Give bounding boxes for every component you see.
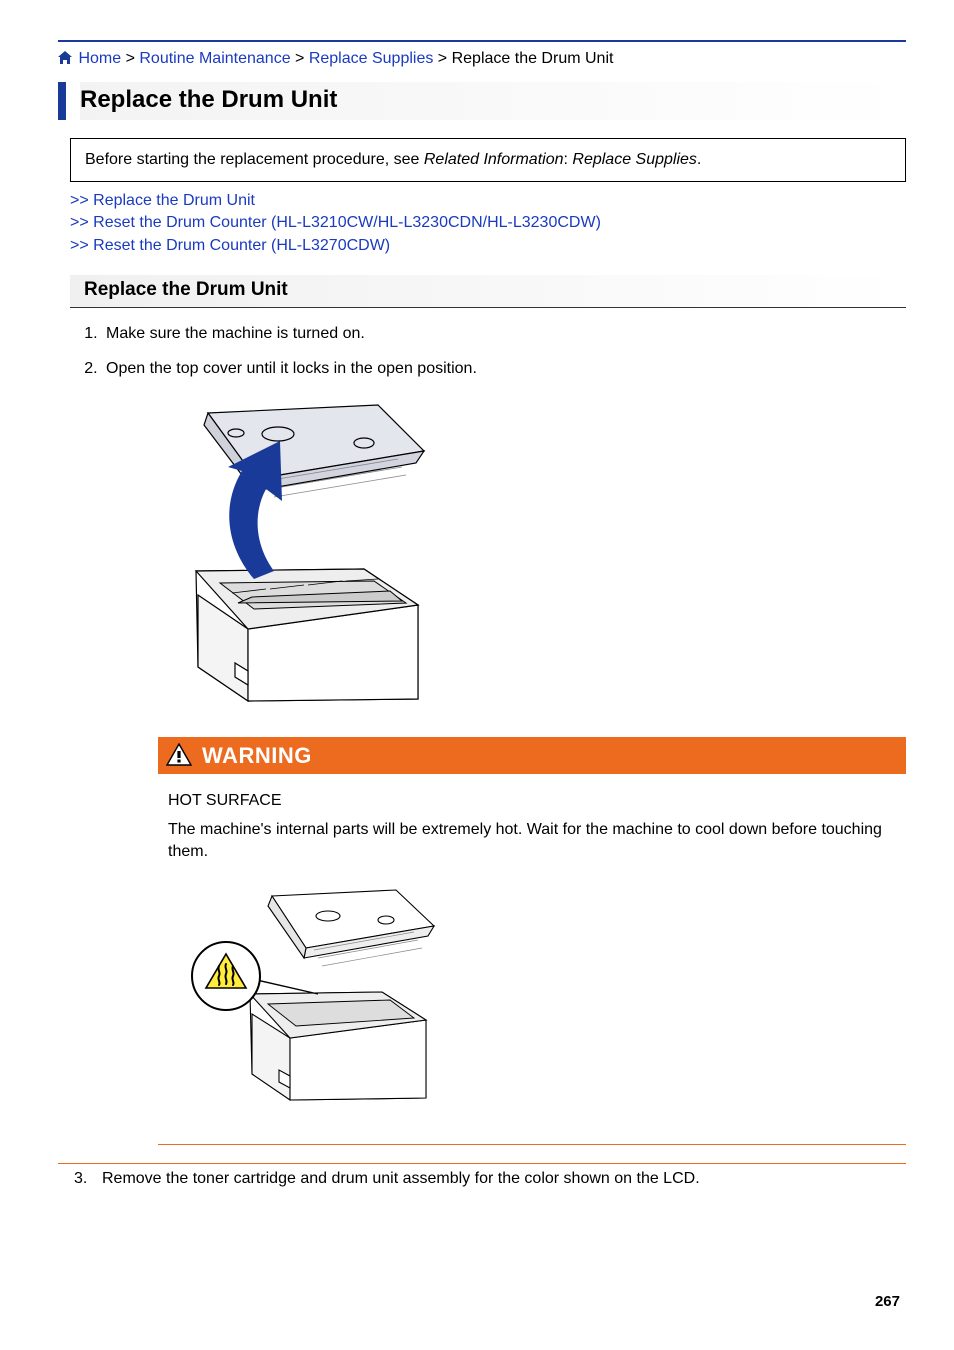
toc-links: >> Replace the Drum Unit >> Reset the Dr… bbox=[70, 190, 906, 257]
toc-link-3-text: Reset the Drum Counter (HL-L3270CDW) bbox=[93, 237, 390, 254]
sub-heading: Replace the Drum Unit bbox=[70, 275, 906, 308]
page-number: 267 bbox=[875, 1293, 900, 1310]
home-icon bbox=[58, 51, 72, 64]
warning-subtitle: HOT SURFACE bbox=[168, 790, 896, 812]
note-post: . bbox=[697, 151, 701, 168]
title-accent bbox=[58, 82, 66, 120]
breadcrumb-home-link[interactable]: Home bbox=[78, 50, 121, 67]
breadcrumb-home-text: Home bbox=[78, 50, 121, 67]
note-ital2: Replace Supplies bbox=[572, 151, 697, 168]
note-pre: Before starting the replacement procedur… bbox=[85, 151, 424, 168]
page-title: Replace the Drum Unit bbox=[80, 86, 906, 114]
section-divider bbox=[58, 1163, 906, 1164]
toc-link-2[interactable]: Reset the Drum Counter (HL-L3210CW/HL-L3… bbox=[93, 214, 601, 231]
figure-hot-surface bbox=[186, 876, 456, 1126]
step-2-text: Open the top cover until it locks in the… bbox=[106, 360, 477, 377]
steps-list: Make sure the machine is turned on. Open… bbox=[58, 322, 906, 1144]
warning-label: WARNING bbox=[202, 740, 312, 772]
title-bar: Replace the Drum Unit bbox=[58, 82, 906, 120]
toc-link-2-text: Reset the Drum Counter (HL-L3210CW/HL-L3… bbox=[93, 214, 601, 231]
toc-link-1[interactable]: Replace the Drum Unit bbox=[93, 192, 255, 209]
breadcrumb-replace-supplies-link[interactable]: Replace Supplies bbox=[309, 50, 434, 67]
page-container: Home > Routine Maintenance > Replace Sup… bbox=[0, 0, 954, 1350]
warning-header: WARNING bbox=[158, 737, 906, 775]
toc-link-3[interactable]: Reset the Drum Counter (HL-L3270CDW) bbox=[93, 237, 390, 254]
breadcrumb-replace-supplies-text: Replace Supplies bbox=[309, 50, 434, 67]
warning-body-text: The machine's internal parts will be ext… bbox=[168, 819, 896, 864]
sub-heading-text: Replace the Drum Unit bbox=[84, 279, 906, 301]
warning-block: WARNING HOT SURFACE The machine's intern… bbox=[158, 737, 906, 1145]
title-text-wrap: Replace the Drum Unit bbox=[80, 82, 906, 120]
figure-open-cover bbox=[158, 389, 458, 719]
warning-icon bbox=[166, 743, 192, 767]
step-3-number: 3. bbox=[74, 1170, 102, 1188]
toc-link-1-text: Replace the Drum Unit bbox=[93, 192, 255, 209]
breadcrumb-current: Replace the Drum Unit bbox=[452, 50, 614, 67]
step-3: 3. Remove the toner cartridge and drum u… bbox=[74, 1170, 906, 1188]
step-3-text: Remove the toner cartridge and drum unit… bbox=[102, 1170, 700, 1188]
breadcrumb-routine-text: Routine Maintenance bbox=[139, 50, 290, 67]
note-ital1: Related Information bbox=[424, 151, 564, 168]
step-1: Make sure the machine is turned on. bbox=[102, 322, 906, 345]
breadcrumb-routine-link[interactable]: Routine Maintenance bbox=[139, 50, 290, 67]
note-box: Before starting the replacement procedur… bbox=[70, 138, 906, 182]
warning-body: HOT SURFACE The machine's internal parts… bbox=[158, 774, 906, 1144]
step-2: Open the top cover until it locks in the… bbox=[102, 357, 906, 1144]
top-rule bbox=[58, 40, 906, 42]
breadcrumb: Home > Routine Maintenance > Replace Sup… bbox=[58, 50, 906, 68]
